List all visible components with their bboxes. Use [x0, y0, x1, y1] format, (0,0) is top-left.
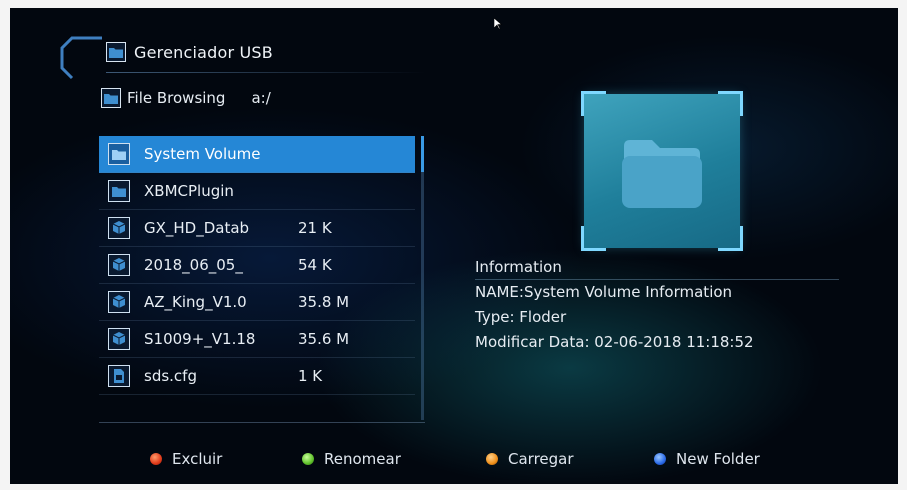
mouse-cursor-icon — [494, 18, 502, 30]
blue-key-icon — [654, 453, 666, 465]
tv-screen: Gerenciador USB File Browsing a:/ System… — [10, 8, 898, 484]
file-name: System Volume — [144, 145, 261, 163]
info-name: NAME:System Volume Information — [475, 283, 733, 301]
package-icon — [108, 254, 130, 276]
file-size: 1 K — [298, 367, 323, 385]
info-date: Modificar Data: 02-06-2018 11:18:52 — [475, 333, 754, 351]
info-heading: Information — [475, 256, 839, 280]
file-name: sds.cfg — [144, 367, 197, 385]
header-bracket-decoration — [60, 36, 102, 80]
preview-frame-corner — [718, 91, 743, 116]
file-name: S1009+_V1.18 — [144, 330, 256, 348]
breadcrumb: File Browsing a:/ — [101, 88, 271, 108]
file-list: System Volume XBMCPlugin GX_HD_Datab 21 … — [99, 136, 415, 395]
preview-frame-corner — [581, 226, 606, 251]
package-icon — [108, 217, 130, 239]
info-panel: Information NAME:System Volume Informati… — [475, 256, 839, 355]
info-type: Type: Floder — [475, 308, 567, 326]
scrollbar-thumb[interactable] — [421, 136, 424, 172]
folder-icon — [101, 88, 121, 108]
file-row-s1009[interactable]: S1009+_V1.18 35.6 M — [99, 321, 415, 358]
file-size: 21 K — [298, 219, 332, 237]
file-row-sds-cfg[interactable]: sds.cfg 1 K — [99, 358, 415, 395]
file-name: 2018_06_05_ — [144, 256, 243, 274]
file-size: 35.6 M — [298, 330, 350, 348]
file-list-scrollbar[interactable] — [421, 136, 424, 420]
red-key-icon — [150, 453, 162, 465]
file-name: XBMCPlugin — [144, 182, 234, 200]
folder-icon — [108, 143, 130, 165]
rename-button[interactable]: Renomear — [302, 450, 401, 468]
file-name: AZ_King_V1.0 — [144, 293, 247, 311]
path-value: a:/ — [251, 89, 271, 107]
page-title: Gerenciador USB — [134, 42, 273, 62]
header: Gerenciador USB — [106, 42, 273, 62]
list-divider — [99, 422, 425, 423]
file-row-gx-hd-datab[interactable]: GX_HD_Datab 21 K — [99, 210, 415, 247]
large-folder-icon — [622, 140, 702, 208]
path-label: File Browsing — [127, 89, 226, 107]
package-icon — [108, 328, 130, 350]
file-name: GX_HD_Datab — [144, 219, 250, 237]
folder-icon — [106, 42, 126, 62]
new-folder-label: New Folder — [676, 450, 760, 468]
package-icon — [108, 291, 130, 313]
footer-key-bar: Excluir Renomear Carregar New Folder — [10, 448, 898, 474]
file-row-2018-06-05[interactable]: 2018_06_05_ 54 K — [99, 247, 415, 284]
preview-panel — [581, 91, 743, 251]
load-label: Carregar — [508, 450, 574, 468]
file-row-az-king[interactable]: AZ_King_V1.0 35.8 M — [99, 284, 415, 321]
folder-icon — [108, 180, 130, 202]
file-row-system-volume[interactable]: System Volume — [99, 136, 415, 173]
delete-button[interactable]: Excluir — [150, 450, 222, 468]
file-row-xbmcplugin[interactable]: XBMCPlugin — [99, 173, 415, 210]
load-button[interactable]: Carregar — [486, 450, 574, 468]
file-size: 35.8 M — [298, 293, 350, 311]
header-divider — [106, 72, 426, 73]
orange-key-icon — [486, 453, 498, 465]
rename-label: Renomear — [324, 450, 401, 468]
green-key-icon — [302, 453, 314, 465]
file-size: 54 K — [298, 256, 332, 274]
new-folder-button[interactable]: New Folder — [654, 450, 760, 468]
delete-label: Excluir — [172, 450, 223, 468]
preview-frame-corner — [581, 91, 606, 116]
preview-frame-corner — [718, 226, 743, 251]
file-icon — [108, 365, 130, 387]
